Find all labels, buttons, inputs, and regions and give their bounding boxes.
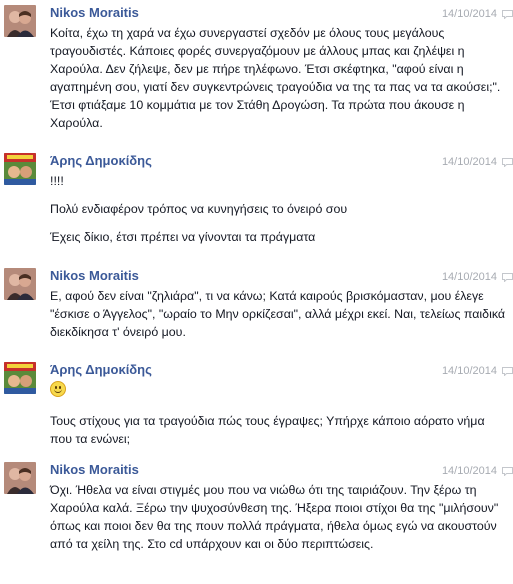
message-body: Ε, αφού δεν είναι "ζηλιάρα", τι να κάνω;… bbox=[50, 287, 508, 341]
author-name[interactable]: Nikos Moraitis bbox=[50, 268, 139, 284]
author-name[interactable]: Nikos Moraitis bbox=[50, 5, 139, 21]
author-name[interactable]: Nikos Moraitis bbox=[50, 462, 139, 478]
timestamp: 14/10/2014 bbox=[441, 8, 497, 20]
smile-emoticon-icon bbox=[50, 381, 66, 397]
message-text: Κοίτα, έχω τη χαρά να έχω συνεργαστεί σχ… bbox=[50, 26, 501, 130]
message-meta: 14/10/2014 bbox=[442, 270, 513, 284]
message-meta: 14/10/2014 bbox=[442, 155, 513, 169]
message-body: Τους στίχους για τα τραγούδια πώς τους έ… bbox=[50, 381, 508, 448]
avatar[interactable] bbox=[4, 5, 36, 37]
timestamp: 14/10/2014 bbox=[441, 271, 497, 283]
message-meta: 14/10/2014 bbox=[442, 464, 513, 478]
message-bubble-icon bbox=[502, 157, 513, 167]
author-name[interactable]: Άρης Δημοκίδης bbox=[50, 362, 152, 378]
timestamp: 14/10/2014 bbox=[441, 465, 497, 477]
message-bubble-icon bbox=[502, 9, 513, 19]
timestamp: 14/10/2014 bbox=[441, 365, 497, 377]
message-body: Όχι. Ήθελα να είναι στιγμές μου που να ν… bbox=[50, 481, 508, 553]
message-text: Έχεις δίκιο, έτσι πρέπει να γίνονται τα … bbox=[50, 230, 316, 244]
avatar[interactable] bbox=[4, 153, 36, 185]
message-text: Όχι. Ήθελα να είναι στιγμές μου που να ν… bbox=[50, 483, 499, 551]
avatar[interactable] bbox=[4, 268, 36, 300]
author-name[interactable]: Άρης Δημοκίδης bbox=[50, 153, 152, 169]
message-text: !!!! bbox=[50, 174, 64, 188]
message-thread: Nikos Moraitis 14/10/2014 Κοίτα, έχω τη … bbox=[0, 0, 513, 584]
avatar[interactable] bbox=[4, 462, 36, 494]
message-body: Κοίτα, έχω τη χαρά να έχω συνεργαστεί σχ… bbox=[50, 24, 508, 132]
message-text: Τους στίχους για τα τραγούδια πώς τους έ… bbox=[50, 414, 485, 446]
message-text: Πολύ ενδιαφέρον τρόπος να κυνηγήσεις το … bbox=[50, 202, 348, 216]
message-meta: 14/10/2014 bbox=[442, 364, 513, 378]
message-bubble-icon bbox=[502, 272, 513, 282]
timestamp: 14/10/2014 bbox=[441, 156, 497, 168]
message-bubble-icon bbox=[502, 366, 513, 376]
message-body: !!!! Πολύ ενδιαφέρον τρόπος να κυνηγήσει… bbox=[50, 172, 508, 246]
message-bubble-icon bbox=[502, 466, 513, 476]
avatar[interactable] bbox=[4, 362, 36, 394]
message-meta: 14/10/2014 bbox=[442, 7, 513, 21]
message-text: Ε, αφού δεν είναι "ζηλιάρα", τι να κάνω;… bbox=[50, 289, 506, 339]
